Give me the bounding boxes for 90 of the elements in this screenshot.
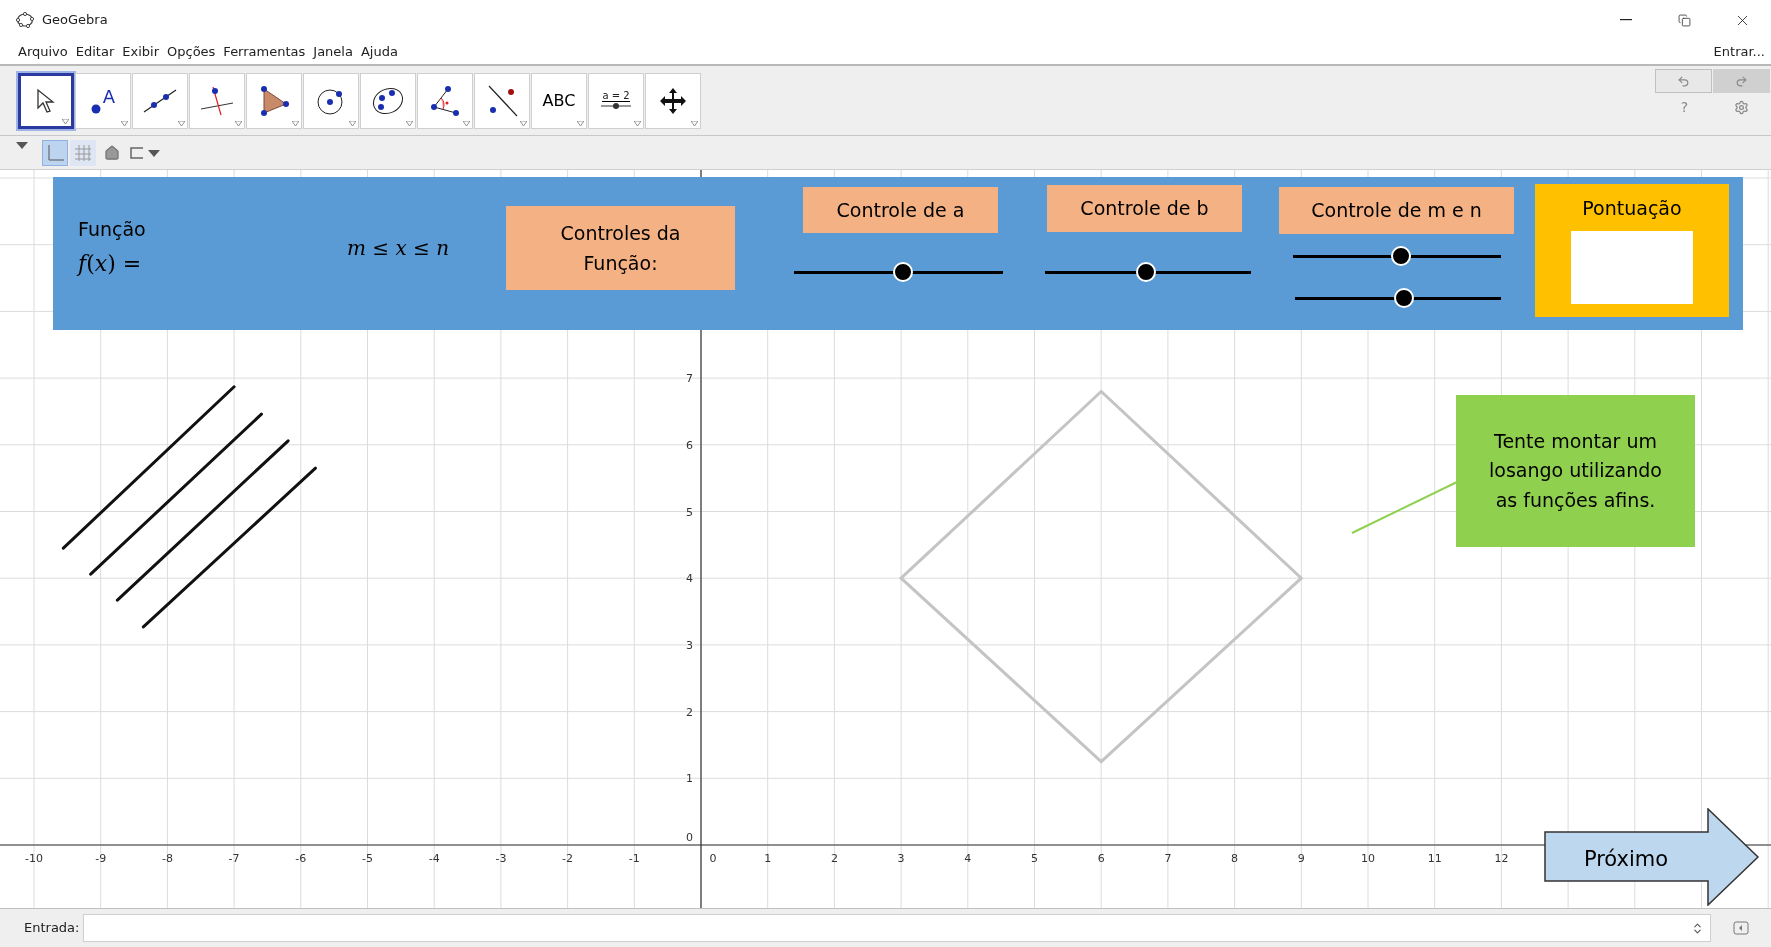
axis-tick-label: 12 xyxy=(1494,852,1509,865)
controls-heading: Controles da Função: xyxy=(506,206,735,290)
dropdown-triangle-icon xyxy=(121,120,128,126)
axis-tick-label: 4 xyxy=(964,852,972,865)
input-label: Entrada: xyxy=(24,919,80,938)
menu-item[interactable]: Editar xyxy=(75,42,115,62)
redo-icon xyxy=(1735,74,1748,88)
dropdown-triangle-icon xyxy=(235,120,242,126)
tool-button[interactable]: a = 2 xyxy=(588,72,644,129)
axis-tick-label: 3 xyxy=(686,638,693,652)
axis-tick-label: 1 xyxy=(764,852,772,865)
dropdown-triangle-icon xyxy=(406,120,413,126)
input-field[interactable] xyxy=(83,914,1711,942)
undo-icon xyxy=(1677,74,1690,88)
menu-item[interactable]: Janela xyxy=(313,42,353,62)
menu-item[interactable]: Ferramentas xyxy=(223,42,306,62)
cursor-icon xyxy=(35,87,57,114)
menu-item[interactable]: Exibir xyxy=(122,42,159,62)
axis-tick-label: 6 xyxy=(1097,852,1105,865)
axis-tick-label: 10 xyxy=(1361,852,1375,865)
next-button[interactable]: Próximo xyxy=(1544,808,1760,906)
dropdown-triangle-icon xyxy=(634,120,641,126)
perpendicular-lines-icon xyxy=(199,84,235,117)
home-icon[interactable] xyxy=(104,144,120,161)
login-link[interactable]: Entrar... xyxy=(1713,42,1765,62)
tool-button[interactable]: ABC xyxy=(531,72,587,129)
slider-label: Controle de b xyxy=(1047,185,1242,232)
axis-tick-label: 6 xyxy=(686,438,693,452)
slider-thumb[interactable] xyxy=(892,262,913,282)
axis-tick-label: 5 xyxy=(1031,852,1038,865)
axis-tick-label: 7 xyxy=(686,372,693,386)
domain-formula: m ≤ x ≤ n xyxy=(347,235,450,262)
axis-tick-label: -10 xyxy=(25,852,43,865)
show-grid-toggle[interactable] xyxy=(70,139,96,166)
collapse-triangle-icon[interactable] xyxy=(16,142,28,150)
axis-tick-label: -5 xyxy=(362,852,373,865)
axis-tick-label: 1 xyxy=(686,772,693,786)
dropdown-triangle-icon xyxy=(520,120,527,126)
triangle-icon xyxy=(258,84,290,117)
tool-button[interactable]: A xyxy=(75,72,131,129)
dropdown-triangle-icon xyxy=(577,120,584,126)
axis-tick-label: 11 xyxy=(1427,852,1442,865)
point-capture-icon[interactable] xyxy=(128,145,162,160)
keyboard-toggle-icon[interactable] xyxy=(1733,921,1749,935)
window-title: GeoGebra xyxy=(42,11,108,30)
function-label: Função xyxy=(78,217,146,242)
dropdown-triangle-icon xyxy=(463,120,470,126)
slider-thumb[interactable] xyxy=(1135,262,1156,282)
axis-tick-label: -4 xyxy=(428,852,440,865)
dropdown-triangle-icon xyxy=(349,120,356,126)
axis-tick-label: -7 xyxy=(228,852,240,865)
slider-thumb[interactable] xyxy=(1391,246,1412,266)
menu-item[interactable]: Opções xyxy=(167,42,216,62)
settings-icon xyxy=(1734,99,1749,115)
axis-tick-label: -3 xyxy=(495,852,507,865)
axis-tick-label: 7 xyxy=(1164,852,1172,865)
axis-tick-label: -1 xyxy=(628,852,640,865)
spinner-icon[interactable] xyxy=(1691,921,1704,935)
slider-thumb[interactable] xyxy=(1394,288,1415,308)
menu-item[interactable]: Ajuda xyxy=(360,42,398,62)
show-axes-toggle[interactable] xyxy=(42,139,68,166)
axis-tick-label: 2 xyxy=(686,705,693,719)
axis-tick-label: 8 xyxy=(1231,852,1239,865)
dropdown-triangle-icon xyxy=(691,120,698,126)
note-box: Tente montar um losango utilizando as funções afins. xyxy=(1456,395,1695,547)
axis-tick-label: 3 xyxy=(897,852,905,865)
axis-tick-label: -6 xyxy=(295,852,307,865)
dropdown-triangle-icon xyxy=(62,118,69,124)
dropdown-triangle-icon xyxy=(292,120,299,126)
angle-icon xyxy=(428,84,462,117)
dropdown-triangle-icon xyxy=(178,120,185,126)
axis-tick-label: 5 xyxy=(686,505,693,519)
axis-tick-label: 4 xyxy=(686,572,693,586)
restore-icon xyxy=(1677,13,1691,27)
text-tool-label: ABC xyxy=(542,89,576,112)
axis-tick-label: -8 xyxy=(161,852,173,865)
axis-tick-label: -2 xyxy=(562,852,574,865)
tool-button[interactable] xyxy=(18,72,74,129)
slider-label: Controle de m e n xyxy=(1279,187,1514,234)
score-label: Pontuação xyxy=(1582,196,1682,221)
axis-tick-label: 2 xyxy=(830,852,838,865)
menu-item[interactable]: Arquivo xyxy=(18,42,68,62)
axis-tick-label: 0 xyxy=(709,852,717,865)
axis-tick-label: 0 xyxy=(686,831,693,844)
axis-tick-label: 9 xyxy=(1297,852,1305,865)
app-logo-icon xyxy=(16,12,34,28)
minimize-icon xyxy=(1620,19,1632,21)
axis-tick-label: -9 xyxy=(95,852,107,865)
slider-label: Controle de a xyxy=(803,187,998,233)
function-formula: f(x) = xyxy=(78,250,142,278)
